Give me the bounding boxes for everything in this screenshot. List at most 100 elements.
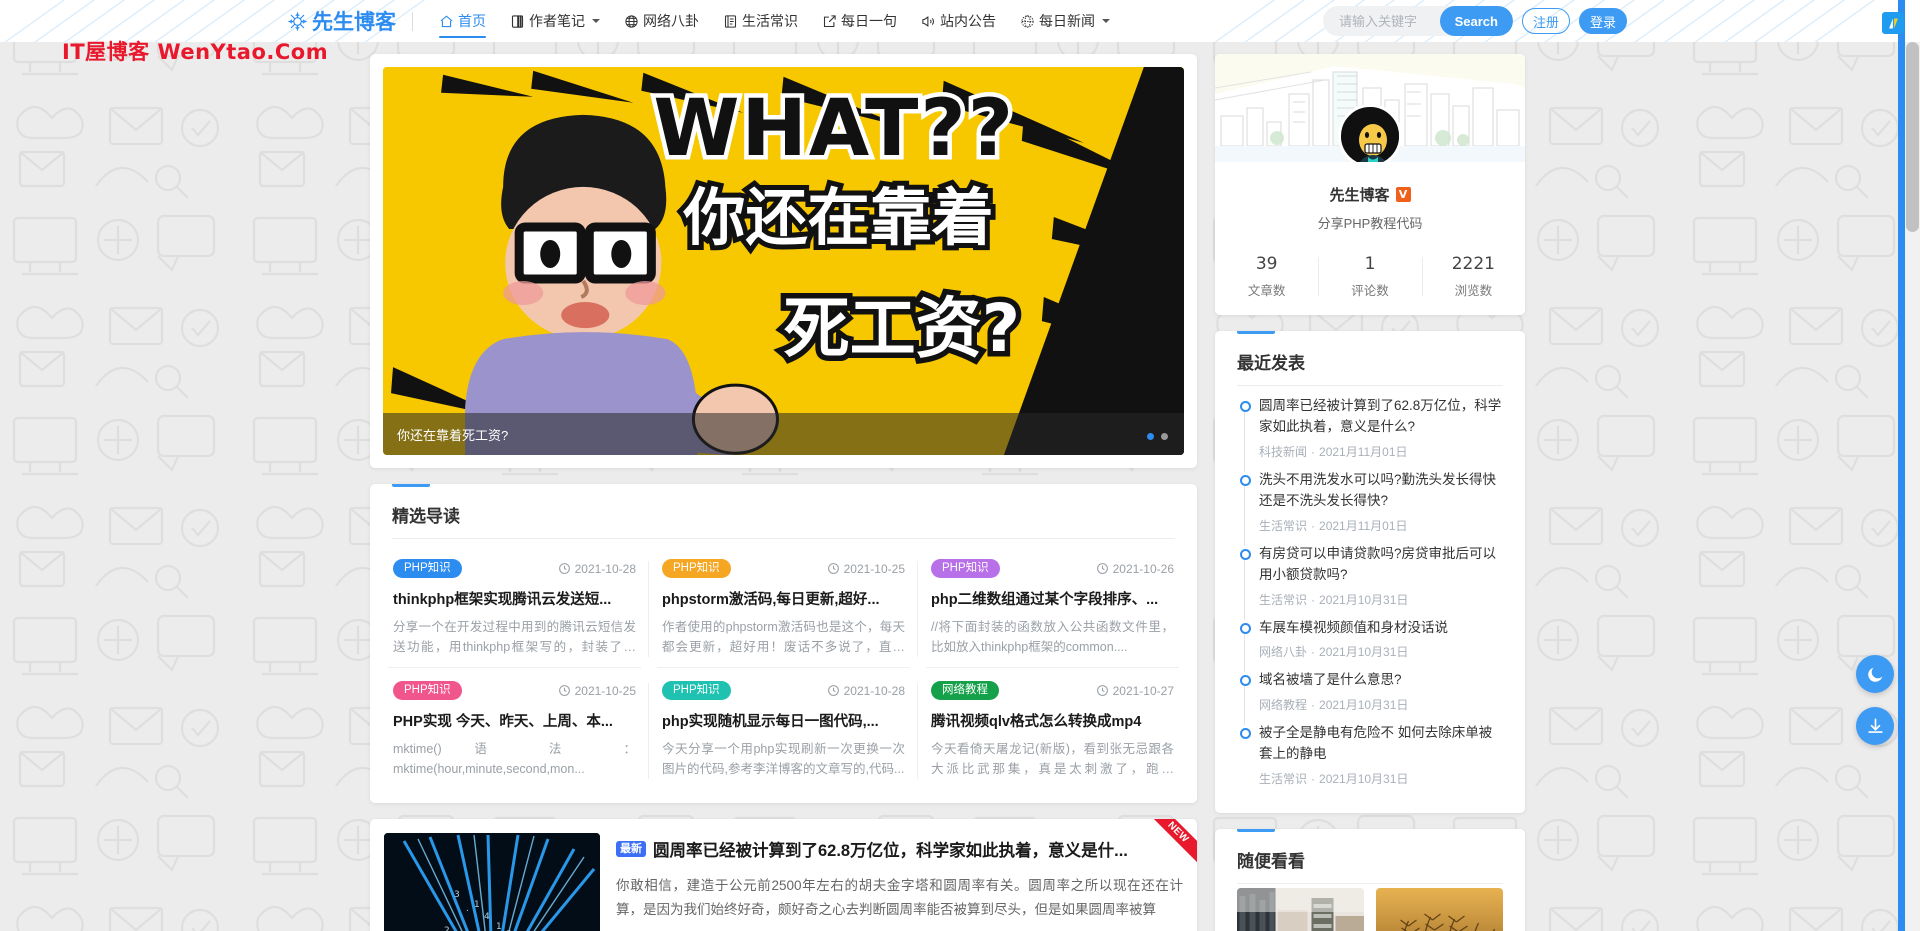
featured-title[interactable]: 腾讯视频qlv格式怎么转换成mp4: [931, 710, 1174, 731]
recent-posts-list: 圆周率已经被计算到了62.8万亿位，科学家如此执着，意义是什么? 科技新闻 · 20…: [1215, 386, 1525, 813]
featured-card-item[interactable]: PHP知识 2021-10-26 php二维数组通过某个字段排序、... //将…: [918, 545, 1187, 667]
featured-card-item[interactable]: PHP知识 2021-10-28 php实现随机显示每日一图代码,... 今天分…: [649, 666, 918, 789]
carousel-dot-1[interactable]: [1147, 433, 1154, 440]
article-list-item[interactable]: 3.1 415 926 最新 圆周率已经被计算到了62.8万亿位，科学家如此执着…: [384, 832, 1183, 931]
featured-section-title: 精选导读: [370, 484, 1197, 538]
nav-item-home[interactable]: 首页: [427, 0, 498, 42]
logo-snowflake-icon: [287, 11, 308, 32]
featured-title[interactable]: PHP实现 今天、昨天、上周、本...: [393, 710, 636, 731]
featured-tag[interactable]: PHP知识: [393, 680, 462, 701]
list-item[interactable]: 车展车模视频颜值和身材没话说 网络八卦 · 2021月10月31日: [1237, 618, 1503, 673]
recent-post-meta: 科技新闻 · 2021月11月01日: [1259, 444, 1408, 459]
featured-title[interactable]: phpstorm激活码,每日更新,超好...: [662, 588, 905, 609]
featured-date: 2021-10-25: [558, 684, 636, 698]
nav-item-life-tips[interactable]: 生活常识: [711, 0, 810, 42]
recent-post-meta: 网络教程 · 2021月10月31日: [1259, 698, 1409, 713]
login-button[interactable]: 登录: [1578, 8, 1627, 34]
download-button[interactable]: [1856, 707, 1894, 745]
search-input[interactable]: [1322, 6, 1451, 36]
recent-post-title[interactable]: 圆周率已经被计算到了62.8万亿位，科学家如此执着，意义是什么?: [1259, 396, 1503, 438]
featured-tag[interactable]: PHP知识: [662, 559, 731, 579]
hero-carousel[interactable]: WHAT?? 你还在靠着 死工资? 你还在靠着死工资?: [383, 67, 1184, 455]
watermark-text: IT屋博客 WenYtao.Com: [62, 40, 329, 64]
avatar-image: [1341, 107, 1399, 162]
recent-post-date: 2021月10月31日: [1319, 698, 1409, 713]
featured-tag[interactable]: PHP知识: [662, 680, 731, 701]
recent-post-category[interactable]: 生活常识: [1259, 772, 1307, 786]
carousel-dot-2[interactable]: [1161, 433, 1168, 440]
featured-meta: PHP知识 2021-10-25: [662, 559, 905, 579]
carousel-caption-text: 你还在靠着死工资?: [397, 427, 509, 443]
recent-post-title[interactable]: 洗头不用洗发水可以吗?勤洗头发长得快还是不洗头发长得快?: [1259, 470, 1503, 512]
moon-toggle-button[interactable]: [1856, 655, 1894, 693]
random-look-thumb-2[interactable]: [1376, 888, 1503, 931]
featured-desc: 作者使用的phpstorm激活码也是这个，每天都会更新，超好用！废话不多说了，直…: [662, 620, 905, 654]
list-item[interactable]: 域名被墙了是什么意思? 网络教程 · 2021月10月31日: [1237, 670, 1503, 726]
register-button[interactable]: 注册: [1521, 8, 1570, 34]
nav-item-announcements[interactable]: 站内公告: [909, 0, 1008, 42]
search-button[interactable]: Search: [1439, 6, 1513, 36]
featured-card-item[interactable]: PHP知识 2021-10-25 PHP实现 今天、昨天、上周、本... mkt…: [380, 666, 649, 789]
home-icon: [439, 14, 454, 29]
svg-text:死工资?: 死工资?: [784, 290, 1021, 367]
svg-text:你还在靠着: 你还在靠着: [682, 181, 993, 254]
list-item[interactable]: 被子全是静电有危险不 如何去除床单被套上的静电 生活常识 · 2021月10月31日: [1237, 723, 1503, 797]
svg-text:2: 2: [444, 926, 450, 931]
recent-post-category[interactable]: 科技新闻: [1259, 445, 1307, 459]
recent-posts-title: 最近发表: [1215, 331, 1525, 385]
nav-item-author-notes[interactable]: 作者笔记: [498, 0, 612, 42]
svg-text:4: 4: [484, 912, 490, 922]
profile-name-text: 先生博客: [1329, 187, 1390, 204]
featured-tag[interactable]: 网络教程: [931, 680, 999, 701]
page-right-accent-edge: [1898, 0, 1905, 931]
recent-post-title[interactable]: 车展车模视频颜值和身材没话说: [1259, 618, 1503, 639]
featured-card-item[interactable]: PHP知识 2021-10-25 phpstorm激活码,每日更新,超好... …: [649, 545, 918, 667]
globe-icon: [624, 14, 639, 29]
nav-item-daily-news[interactable]: 每日新闻: [1008, 0, 1122, 42]
recent-post-category[interactable]: 网络教程: [1259, 698, 1307, 712]
site-logo[interactable]: 先生博客: [287, 6, 396, 36]
vertical-scrollbar[interactable]: [1905, 42, 1920, 931]
sidebar-toggle-button[interactable]: [1882, 12, 1904, 34]
featured-date-text: 2021-10-28: [843, 683, 905, 698]
list-item[interactable]: 洗头不用洗发水可以吗?勤洗头发长得快还是不洗头发长得快? 生活常识 · 2021月1…: [1237, 470, 1503, 546]
stat-comments-label: 评论数: [1351, 284, 1389, 298]
featured-card-item[interactable]: PHP知识 2021-10-28 thinkphp框架实现腾讯云发送短... 分…: [380, 545, 649, 667]
nav-item-web-gossip[interactable]: 网络八卦: [612, 0, 711, 42]
recent-post-title[interactable]: 有房贷可以申请贷款吗?房贷审批后可以用小额贷款吗?: [1259, 544, 1503, 586]
corner-ribbon-label: NEW: [1149, 818, 1197, 864]
featured-card: 精选导读 PHP知识 2021-10-28 thinkphp框架实现腾讯云发送短…: [370, 484, 1197, 803]
profile-stats: 39 文章数 1 评论数 2221 浏览数: [1215, 254, 1525, 299]
article-thumbnail-image: 3.1 415 926: [384, 832, 600, 931]
list-item[interactable]: 圆周率已经被计算到了62.8万亿位，科学家如此执着，意义是什么? 科技新闻 · 20…: [1237, 396, 1503, 472]
stat-articles-label: 文章数: [1247, 284, 1286, 298]
page-content: WHAT?? 你还在靠着 死工资? 你还在靠着死工资? 精选导读 PHP知识 2…: [0, 42, 1920, 931]
featured-title[interactable]: thinkphp框架实现腾讯云发送短...: [393, 588, 636, 609]
featured-tag[interactable]: PHP知识: [931, 559, 1000, 579]
globe-dotted-icon: [1020, 14, 1035, 29]
recent-post-category[interactable]: 网络八卦: [1259, 645, 1307, 659]
recent-post-category[interactable]: 生活常识: [1259, 593, 1307, 607]
floating-action-buttons: [1856, 655, 1894, 745]
scrollbar-thumb[interactable]: [1906, 42, 1919, 232]
featured-date-text: 2021-10-26: [1112, 561, 1174, 576]
random-look-thumb-1[interactable]: [1237, 888, 1364, 931]
featured-tag[interactable]: PHP知识: [393, 559, 462, 579]
list-item[interactable]: 有房贷可以申请贷款吗?房贷审批后可以用小额贷款吗? 生活常识 · 2021月10月3…: [1237, 544, 1503, 620]
nav-item-daily-quote[interactable]: 每日一句: [810, 0, 909, 42]
svg-text:.: .: [466, 904, 469, 914]
recent-post-title[interactable]: 域名被墙了是什么意思?: [1259, 670, 1503, 691]
recent-post-category[interactable]: 生活常识: [1259, 519, 1307, 533]
header-divider: [412, 11, 413, 31]
featured-card-item[interactable]: 网络教程 2021-10-27 腾讯视频qlv格式怎么转换成mp4 今天看倚天屠…: [918, 666, 1187, 789]
featured-title[interactable]: php实现随机显示每日一图代码,...: [662, 710, 905, 731]
article-thumbnail[interactable]: 3.1 415 926: [384, 832, 600, 931]
featured-title[interactable]: php二维数组通过某个字段排序、...: [931, 588, 1174, 609]
recent-post-title[interactable]: 被子全是静电有危险不 如何去除床单被套上的静电: [1259, 723, 1503, 765]
book-icon: [723, 14, 738, 29]
profile-name: 先生博客 V: [1215, 184, 1525, 205]
carousel-slide[interactable]: WHAT?? 你还在靠着 死工资?: [383, 67, 1184, 455]
avatar[interactable]: [1338, 104, 1402, 162]
article-title[interactable]: 最新 圆周率已经被计算到了62.8万亿位，科学家如此执着，意义是什...: [616, 837, 1183, 861]
stat-views-label: 浏览数: [1454, 284, 1493, 298]
